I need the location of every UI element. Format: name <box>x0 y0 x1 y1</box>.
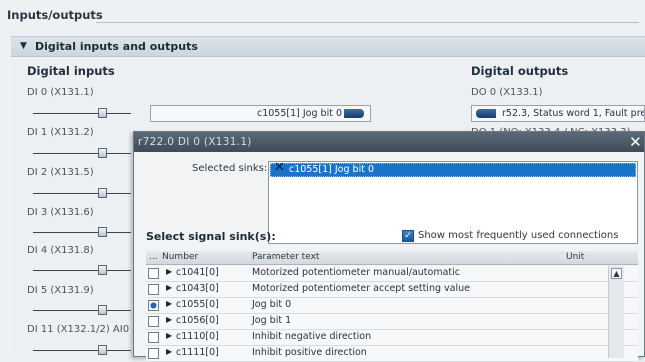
remove-sink-icon[interactable]: ✕ <box>274 161 285 174</box>
row-parameter-text: Motorized potentiometer accept setting v… <box>252 283 470 294</box>
column-header-more[interactable]: ... <box>149 252 158 262</box>
collapse-triangle-icon[interactable]: ▼ <box>20 41 27 51</box>
close-icon[interactable]: ✕ <box>629 132 642 152</box>
signal-line <box>33 310 131 311</box>
signal-handle[interactable] <box>98 305 107 315</box>
row-number: c1055[0] <box>176 299 219 310</box>
di-label: DI 2 (X131.5) <box>27 167 94 178</box>
row-number: c1110[0] <box>176 331 219 342</box>
table-scrollbar[interactable]: ▲ <box>608 266 624 358</box>
di-label: DI 11 (X132.1/2) AI0 <box>27 324 130 335</box>
row-parameter-text: Jog bit 0 <box>252 299 292 310</box>
connector-icon[interactable] <box>476 109 496 118</box>
digital-outputs-heading: Digital outputs <box>471 64 569 78</box>
group-title: Digital inputs and outputs <box>35 40 198 53</box>
show-frequent-label: Show most frequently used connections <box>418 230 619 241</box>
show-frequent-checkbox[interactable]: ✓ <box>402 230 414 242</box>
expand-arrow-icon[interactable]: ▶ <box>166 299 172 308</box>
di-label: DI 4 (X131.8) <box>27 245 94 256</box>
expand-arrow-icon[interactable]: ▶ <box>166 331 172 340</box>
table-row[interactable]: ▶ c1111[0] Inhibit positive direction <box>146 346 638 362</box>
row-number: c1056[0] <box>176 315 219 326</box>
row-checkbox[interactable] <box>148 284 159 295</box>
signal-line <box>33 113 131 114</box>
group-header-digital-io[interactable]: ▼ Digital inputs and outputs <box>11 36 645 57</box>
select-signal-sinks-heading: Select signal sink(s): <box>146 230 276 243</box>
signal-handle[interactable] <box>98 188 107 198</box>
row-parameter-text: Inhibit negative direction <box>252 331 372 342</box>
signal-handle[interactable] <box>98 265 107 275</box>
signal-handle[interactable] <box>98 345 107 355</box>
row-checkbox[interactable] <box>148 300 159 311</box>
signal-line <box>33 193 131 194</box>
column-header-unit[interactable]: Unit <box>566 252 584 262</box>
di-label: DI 1 (X131.2) <box>27 127 94 138</box>
di-label: DI 5 (X131.9) <box>27 285 94 296</box>
row-checkbox[interactable] <box>148 348 159 359</box>
row-checkbox[interactable] <box>148 332 159 343</box>
connector-icon[interactable] <box>344 109 364 118</box>
digital-inputs-heading: Digital inputs <box>27 64 115 78</box>
do0-connection-field[interactable]: r52.3, Status word 1, Fault prese <box>471 105 645 122</box>
dialog-title: r722.0 DI 0 (X131.1) <box>138 136 252 148</box>
table-row[interactable]: ▶ c1055[0] Jog bit 0 <box>146 298 638 314</box>
expand-arrow-icon[interactable]: ▶ <box>166 347 172 356</box>
row-number: c1041[0] <box>176 267 219 278</box>
row-parameter-text: Motorized potentiometer manual/automatic <box>252 267 460 278</box>
signal-handle[interactable] <box>98 148 107 158</box>
signal-handle[interactable] <box>98 108 107 118</box>
selected-sinks-label: Selected sinks: <box>192 163 268 174</box>
section-divider <box>96 22 639 23</box>
table-row[interactable]: ▶ c1043[0] Motorized potentiometer accep… <box>146 282 638 298</box>
row-checkbox[interactable] <box>148 316 159 327</box>
table-row[interactable]: ▶ c1110[0] Inhibit negative direction <box>146 330 638 346</box>
expand-arrow-icon[interactable]: ▶ <box>166 267 172 276</box>
do0-connection-value: r52.3, Status word 1, Fault prese <box>502 108 645 119</box>
signal-handle[interactable] <box>98 227 107 237</box>
di-label: DI 3 (X131.6) <box>27 207 94 218</box>
table-row[interactable]: ▶ c1041[0] Motorized potentiometer manua… <box>146 266 638 282</box>
row-number: c1043[0] <box>176 283 219 294</box>
table-row[interactable]: ▶ c1056[0] Jog bit 1 <box>146 314 638 330</box>
signal-line <box>33 153 131 154</box>
row-checkbox[interactable] <box>148 268 159 279</box>
row-parameter-text: Jog bit 1 <box>252 315 292 326</box>
signal-line <box>33 232 131 233</box>
do-label: DO 0 (X133.1) <box>471 87 543 98</box>
di0-connection-field[interactable]: c1055[1] Jog bit 0 <box>150 105 371 122</box>
scroll-up-icon[interactable]: ▲ <box>611 268 622 279</box>
selected-sink-label: c1055[1] Jog bit 0 <box>289 164 374 175</box>
signal-line <box>33 350 131 351</box>
row-parameter-text: Inhibit positive direction <box>252 347 367 358</box>
selected-sink-item[interactable]: ✕ c1055[1] Jog bit 0 <box>270 161 636 177</box>
expand-arrow-icon[interactable]: ▶ <box>166 315 172 324</box>
column-header-number[interactable]: Number <box>162 252 198 262</box>
di0-connection-value: c1055[1] Jog bit 0 <box>257 108 342 119</box>
column-header-parameter-text[interactable]: Parameter text <box>252 252 319 262</box>
signal-line <box>33 270 131 271</box>
di-label: DI 0 (X131.1) <box>27 87 94 98</box>
section-title: Inputs/outputs <box>7 8 109 22</box>
signal-sink-dialog: r722.0 DI 0 (X131.1) ✕ Selected sinks: ✕… <box>133 131 645 362</box>
dialog-title-bar[interactable]: r722.0 DI 0 (X131.1) ✕ <box>134 132 644 152</box>
row-number: c1111[0] <box>176 347 219 358</box>
sink-table-header: ... Number Parameter text Unit <box>146 251 638 265</box>
expand-arrow-icon[interactable]: ▶ <box>166 283 172 292</box>
